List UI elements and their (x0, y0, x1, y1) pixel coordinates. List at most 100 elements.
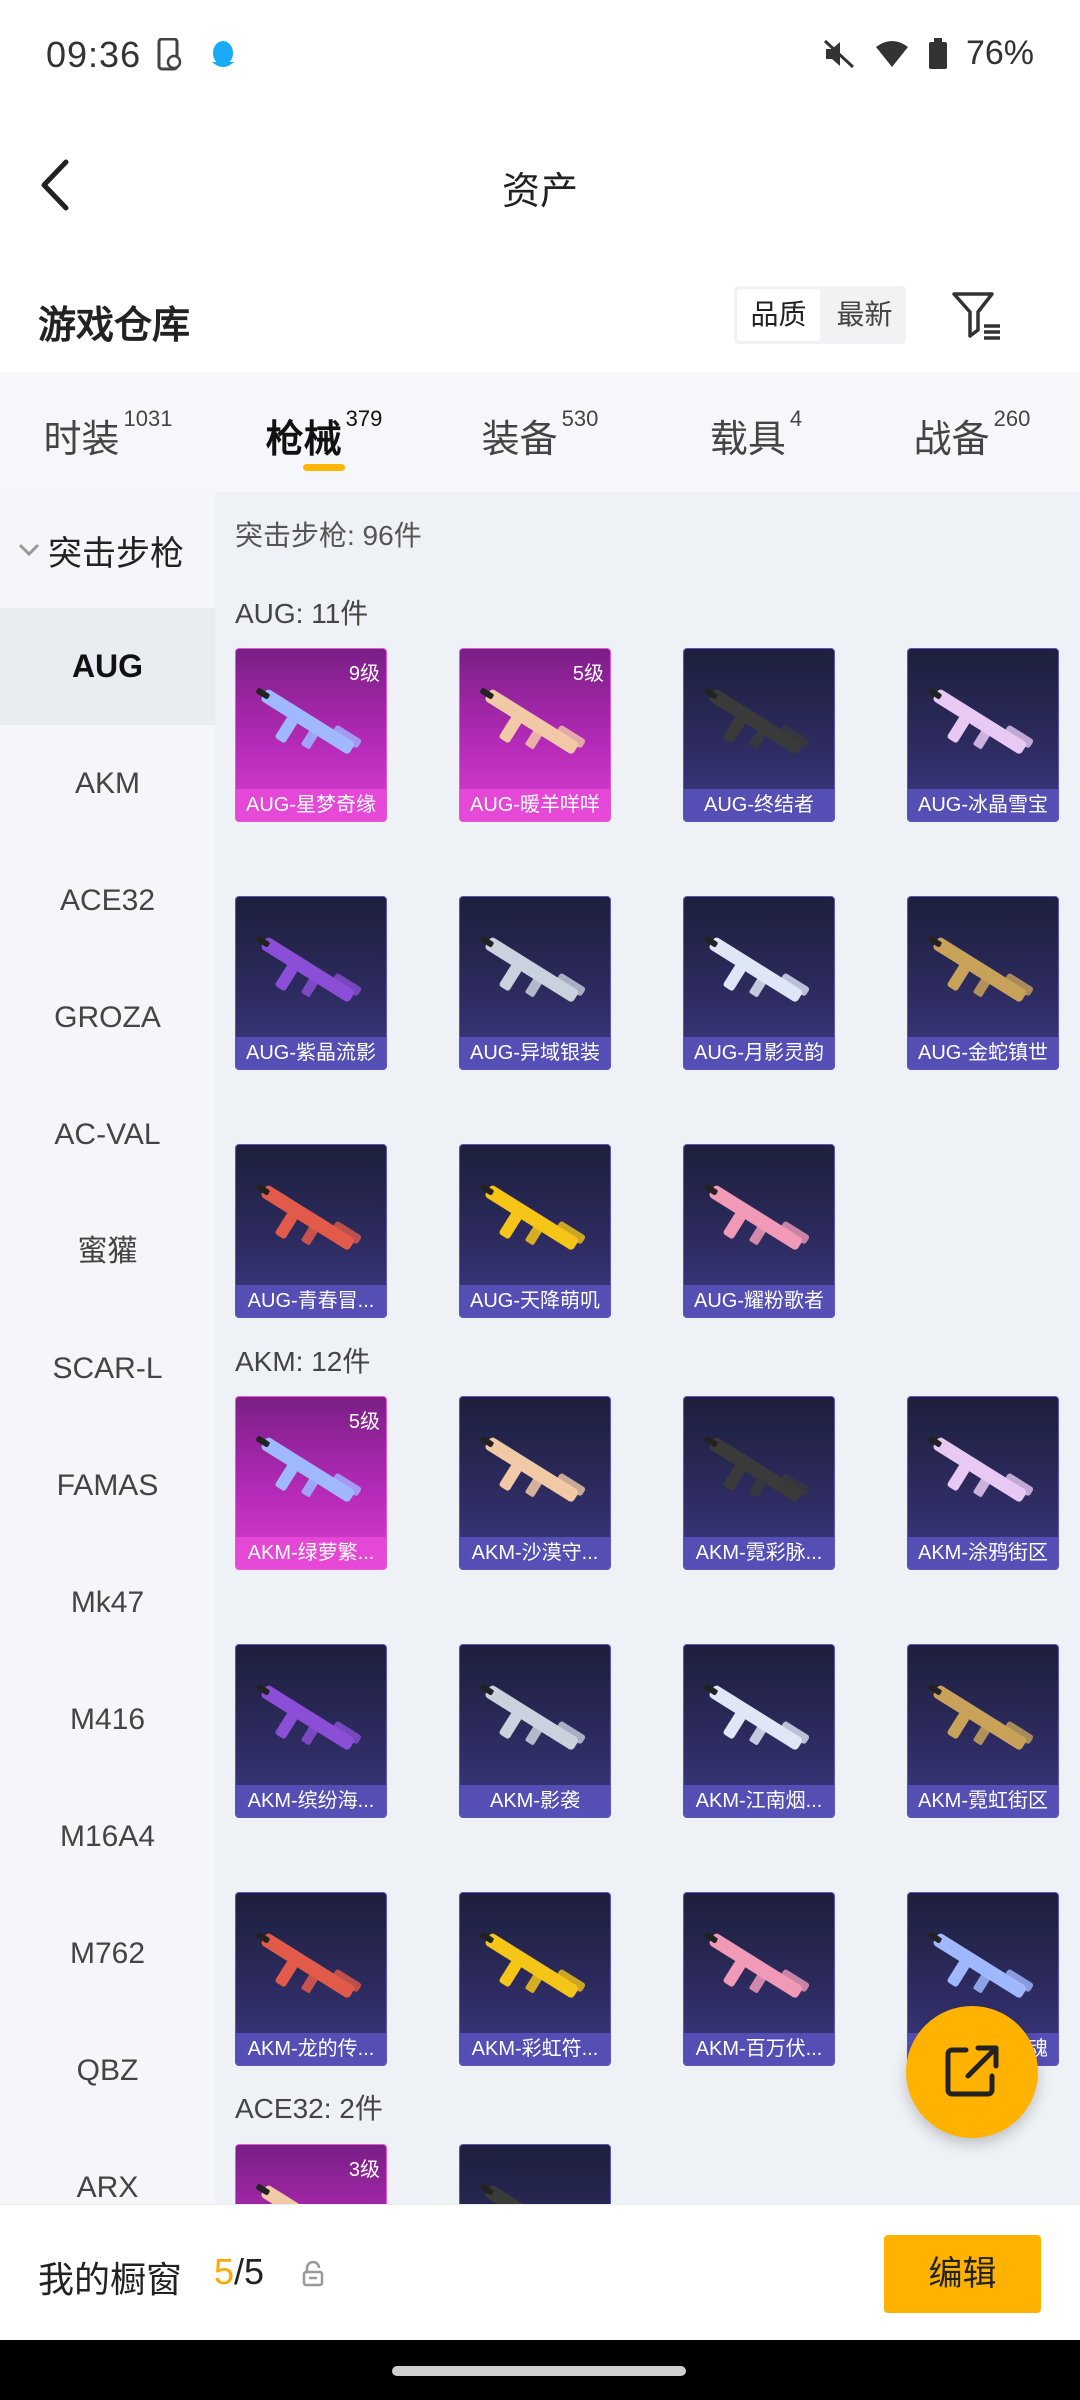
sidebar-item-groza[interactable]: GROZA (0, 959, 215, 1076)
skin-card[interactable]: AUG-异域银装 (459, 896, 611, 1070)
tab-label: 时装 (43, 419, 120, 461)
gun-image (694, 1167, 824, 1277)
sort-quality-button[interactable]: 品质 (737, 289, 820, 341)
sidebar-item-m16a4[interactable]: M16A4 (0, 1778, 215, 1895)
sidebar-item-m416[interactable]: M416 (0, 1661, 215, 1778)
skin-card[interactable]: 9级 AUG-星梦奇缘 (235, 648, 387, 822)
skin-name: AKM-霓彩脉... (684, 1537, 834, 1569)
gun-image (246, 1915, 376, 2025)
skin-card[interactable]: AUG-紫晶流影 (235, 896, 387, 1070)
gun-image (694, 1419, 824, 1529)
showcase-count: 5/5 (214, 2251, 264, 2293)
edit-button[interactable]: 编辑 (884, 2235, 1041, 2313)
tab-underline (303, 464, 345, 471)
skin-card[interactable]: AUG-冰晶雪宝 (907, 648, 1059, 822)
gun-image (918, 919, 1048, 1029)
rifle-icon (480, 688, 586, 754)
gun-image (694, 1667, 824, 1777)
rifle-icon (704, 936, 810, 1002)
skin-card[interactable]: AKM-涂鸦街区 (907, 1396, 1059, 1570)
gun-image (470, 2167, 600, 2204)
skin-card[interactable]: AUG-月影灵韵 (683, 896, 835, 1070)
skin-card[interactable]: AKM-龙的传... (235, 1892, 387, 2066)
skin-name: AKM-彩虹符... (460, 2033, 610, 2065)
skin-name: AUG-终结者 (684, 789, 834, 821)
group-header-akm: AKM: 12件 (235, 1346, 371, 1377)
rifle-icon (480, 1436, 586, 1502)
tab-count: 379 (345, 406, 383, 431)
tab-count: 530 (561, 406, 599, 431)
rifle-icon (256, 936, 362, 1002)
skin-name: AKM-涂鸦街区 (908, 1537, 1058, 1569)
sidebar-group-assault-rifles[interactable]: 突击步枪 (0, 492, 215, 608)
home-handle[interactable] (392, 2366, 686, 2376)
category-total: 突击步枪: 96件 (235, 520, 422, 551)
skin-card[interactable]: AKM-彩虹符... (459, 1892, 611, 2066)
rifle-icon (928, 936, 1034, 1002)
tab-fashion[interactable]: 时装1031 (0, 372, 216, 492)
sidebar-item-m762[interactable]: M762 (0, 1895, 215, 2012)
skin-card[interactable]: AKM-沙漠守... (459, 1396, 611, 1570)
status-bar: 09:36 76% (0, 0, 1080, 110)
tab-equipment[interactable]: 装备530 (432, 372, 648, 492)
skin-name: AKM-江南烟... (684, 1785, 834, 1817)
share-button[interactable] (906, 2006, 1038, 2138)
skin-card[interactable]: AKM-霓彩脉... (683, 1396, 835, 1570)
skin-card[interactable]: AUG-天降萌叽 (459, 1144, 611, 1318)
sidebar-item-honey-badger[interactable]: 蜜獾 (0, 1193, 215, 1310)
sidebar-item-ac-val[interactable]: AC-VAL (0, 1076, 215, 1193)
skin-grid: 突击步枪: 96件 AUG: 11件 AKM: 12件 ACE32: 2件 9级… (215, 492, 1080, 2204)
skin-name: AUG-异域银装 (460, 1037, 610, 1069)
skin-card[interactable]: AKM-影袭 (459, 1644, 611, 1818)
gun-image (246, 1167, 376, 1277)
tab-firearms[interactable]: 枪械379 (216, 372, 432, 492)
gun-image (918, 671, 1048, 781)
skin-card[interactable]: 3级 (235, 2144, 387, 2204)
rifle-icon (480, 2184, 579, 2204)
filter-icon[interactable] (950, 288, 1004, 342)
skin-card[interactable]: AKM-江南烟... (683, 1644, 835, 1818)
skin-name: AUG-暖羊咩咩 (460, 789, 610, 821)
skin-card[interactable]: AUG-终结者 (683, 648, 835, 822)
skin-card[interactable]: AUG-青春冒... (235, 1144, 387, 1318)
rifle-icon (256, 1932, 362, 1998)
tab-label: 装备 (481, 419, 558, 461)
sidebar-item-arx[interactable]: ARX (0, 2129, 215, 2204)
tab-supplies[interactable]: 战备260 (864, 372, 1080, 492)
rifle-icon (256, 1184, 362, 1250)
skin-name: AUG-紫晶流影 (236, 1037, 386, 1069)
sidebar-group-label: 突击步枪 (48, 534, 184, 573)
sidebar-item-mk47[interactable]: Mk47 (0, 1544, 215, 1661)
gun-image (246, 919, 376, 1029)
skin-card[interactable]: AKM-百万伏... (683, 1892, 835, 2066)
group-header-ace32: ACE32: 2件 (235, 2093, 383, 2124)
tab-vehicles[interactable]: 载具4 (648, 372, 864, 492)
sidebar-item-famas[interactable]: FAMAS (0, 1427, 215, 1544)
phone-icon (157, 38, 182, 71)
sidebar-item-scar-l[interactable]: SCAR-L (0, 1310, 215, 1427)
skin-name: AUG-月影灵韵 (684, 1037, 834, 1069)
gun-image (246, 2167, 376, 2204)
skin-card[interactable]: AUG-耀粉歌者 (683, 1144, 835, 1318)
sort-toggle: 品质 最新 (734, 286, 906, 344)
skin-name: AUG-青春冒... (236, 1285, 386, 1317)
sidebar-item-aug[interactable]: AUG (0, 608, 215, 725)
skin-card[interactable]: 5级 AKM-绿萝繁... (235, 1396, 387, 1570)
sidebar-item-akm[interactable]: AKM (0, 725, 215, 842)
gun-image (246, 1667, 376, 1777)
skin-card[interactable]: AUG-金蛇镇世 (907, 896, 1059, 1070)
skin-card[interactable]: AKM-缤纷海... (235, 1644, 387, 1818)
skin-card[interactable]: AKM-霓虹街区 (907, 1644, 1059, 1818)
sidebar-item-ace32[interactable]: ACE32 (0, 842, 215, 959)
sort-newest-button[interactable]: 最新 (823, 286, 906, 344)
rifle-icon (928, 688, 1034, 754)
sidebar-item-qbz[interactable]: QBZ (0, 2012, 215, 2129)
skin-name: AUG-金蛇镇世 (908, 1037, 1058, 1069)
tab-label: 枪械 (265, 419, 342, 461)
gun-image (470, 671, 600, 781)
skin-card[interactable]: 5级 AUG-暖羊咩咩 (459, 648, 611, 822)
skin-name: AUG-星梦奇缘 (236, 789, 386, 821)
gun-image (918, 1667, 1048, 1777)
skin-card[interactable] (459, 2144, 611, 2204)
skin-name: AUG-天降萌叽 (460, 1285, 610, 1317)
